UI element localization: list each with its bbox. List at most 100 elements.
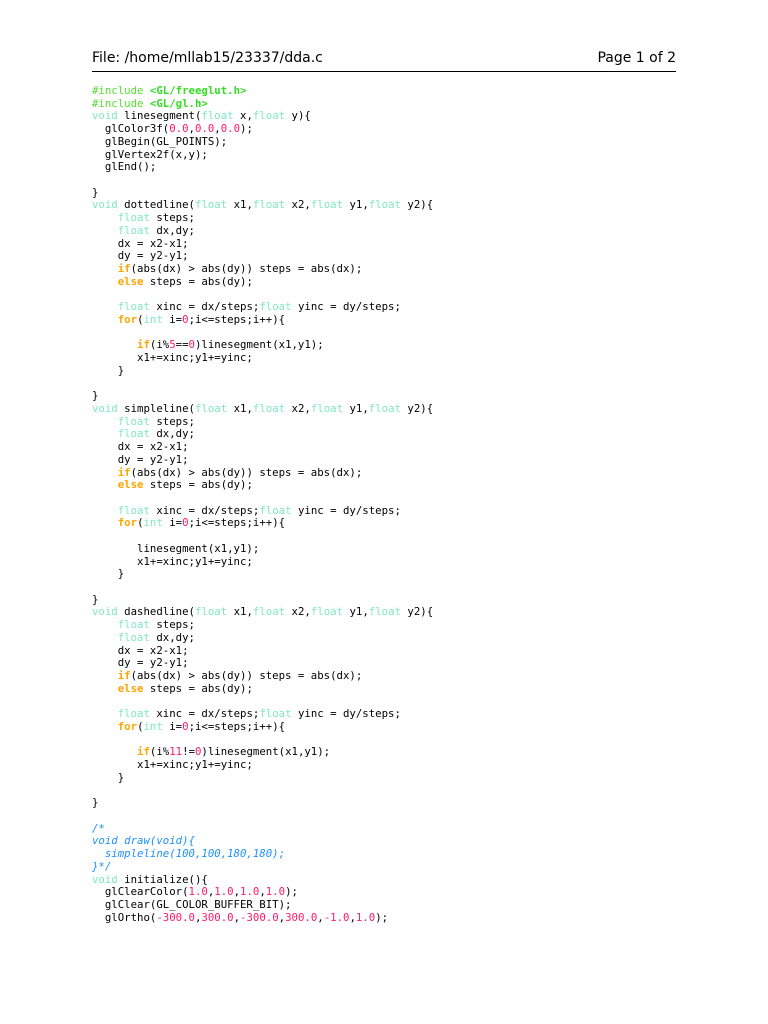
comment: void draw(void){ <box>92 834 195 848</box>
type-keyword: float <box>194 401 228 415</box>
code-text: y2){ <box>400 605 434 619</box>
number-literal: 1.0 <box>240 885 260 899</box>
type-keyword: void <box>92 872 118 886</box>
code-text: dx,dy; <box>149 427 195 441</box>
code-text: x1, <box>227 198 253 212</box>
code-text: x2, <box>285 198 311 212</box>
code-text: } <box>92 796 99 810</box>
code-line: for(int i=0;i<=steps;i++){ <box>92 312 433 327</box>
code-text: dx = x2-x1; <box>92 440 189 454</box>
control-keyword: if <box>117 262 131 276</box>
type-keyword: float <box>310 605 344 619</box>
code-text: dx,dy; <box>149 223 195 237</box>
code-text: (abs(dx) > abs(dy)) steps = abs(dx); <box>130 669 363 683</box>
preprocessor-directive: #include <box>92 84 150 97</box>
control-keyword: for <box>117 312 138 326</box>
comment: /* <box>92 821 105 835</box>
code-text: steps = abs(dy); <box>143 478 253 492</box>
code-text: )linesegment(x1,y1); <box>194 338 324 352</box>
code-text: glEnd(); <box>92 160 157 174</box>
code-text: x, <box>233 109 253 123</box>
code-text: steps = abs(dy); <box>143 274 253 288</box>
code-text: )linesegment(x1,y1); <box>201 745 331 759</box>
code-text: dy = y2-y1; <box>92 249 189 263</box>
control-keyword: for <box>117 516 138 530</box>
code-line: } <box>92 567 433 581</box>
code-line: } <box>92 771 433 785</box>
code-text: xinc = dx/steps; <box>149 707 260 721</box>
code-text: yinc = dy/steps; <box>291 707 401 721</box>
control-keyword: else <box>117 274 144 288</box>
type-keyword: void <box>92 401 118 415</box>
include-path: <GL/freeglut.h> <box>149 84 247 97</box>
type-keyword: float <box>117 427 150 441</box>
type-keyword: float <box>117 211 150 225</box>
code-text: y2){ <box>400 401 434 415</box>
comment: simpleline(100,100,180,180); <box>92 847 286 861</box>
code-text: ); <box>285 885 298 899</box>
code-text: } <box>92 592 99 606</box>
code-text: } <box>92 185 99 199</box>
control-keyword: if <box>137 745 150 759</box>
code-text: i= <box>162 516 183 530</box>
code-text: ;i<=steps;i++){ <box>188 312 286 326</box>
code-line: else steps = abs(dy); <box>92 681 433 696</box>
code-text: yinc = dy/steps; <box>291 503 401 517</box>
code-text: != <box>182 745 195 759</box>
code-text: steps = abs(dy); <box>143 681 253 695</box>
code-text: glClear(GL_COLOR_BUFFER_BIT); <box>92 898 292 911</box>
code-text: dy = y2-y1; <box>92 656 189 670</box>
code-text: } <box>92 389 99 403</box>
page-header: File: /home/mllab15/23337/dda.c Page 1 o… <box>92 50 676 72</box>
type-keyword: float <box>117 707 150 721</box>
number-literal: 1.0 <box>188 885 208 899</box>
number-literal: 0.0 <box>194 122 215 136</box>
type-keyword: void <box>92 109 118 123</box>
number-literal: -1.0 <box>323 910 350 924</box>
type-keyword: float <box>194 605 228 619</box>
code-text: x1+=xinc;y1+=yinc; <box>92 758 253 772</box>
code-text: x2, <box>285 401 311 415</box>
code-text: initialize(){ <box>117 872 208 886</box>
comment: }*/ <box>92 859 112 873</box>
type-keyword: float <box>194 198 228 212</box>
code-text: linesegment( <box>117 109 202 123</box>
code-text: steps; <box>149 211 195 225</box>
type-keyword: float <box>252 401 286 415</box>
include-path: <GL/gl.h> <box>149 96 208 110</box>
code-text: linesegment(x1,y1); <box>92 541 260 555</box>
code-text: glColor3f( <box>92 122 170 136</box>
code-text: dx = x2-x1; <box>92 643 189 657</box>
number-literal: 0.0 <box>169 122 189 136</box>
code-text: glClearColor( <box>92 885 189 899</box>
code-line: glOrtho(-300.0,300.0,-300.0,300.0,-1.0,1… <box>92 910 433 925</box>
type-keyword: int <box>143 516 163 530</box>
code-text: (i% <box>149 745 170 759</box>
number-literal: 1.0 <box>355 910 376 924</box>
code-text: ;i<=steps;i++){ <box>188 516 286 530</box>
code-text: simpleline( <box>117 401 195 415</box>
type-keyword: float <box>201 109 234 123</box>
code-text: } <box>92 567 125 581</box>
type-keyword: float <box>117 630 150 644</box>
code-text: y1, <box>343 605 369 619</box>
number-literal: 11 <box>169 745 183 759</box>
code-text: y){ <box>285 109 311 123</box>
code-line: for(int i=0;i<=steps;i++){ <box>92 720 433 734</box>
code-line: glEnd(); <box>92 160 433 174</box>
type-keyword: float <box>310 198 344 212</box>
